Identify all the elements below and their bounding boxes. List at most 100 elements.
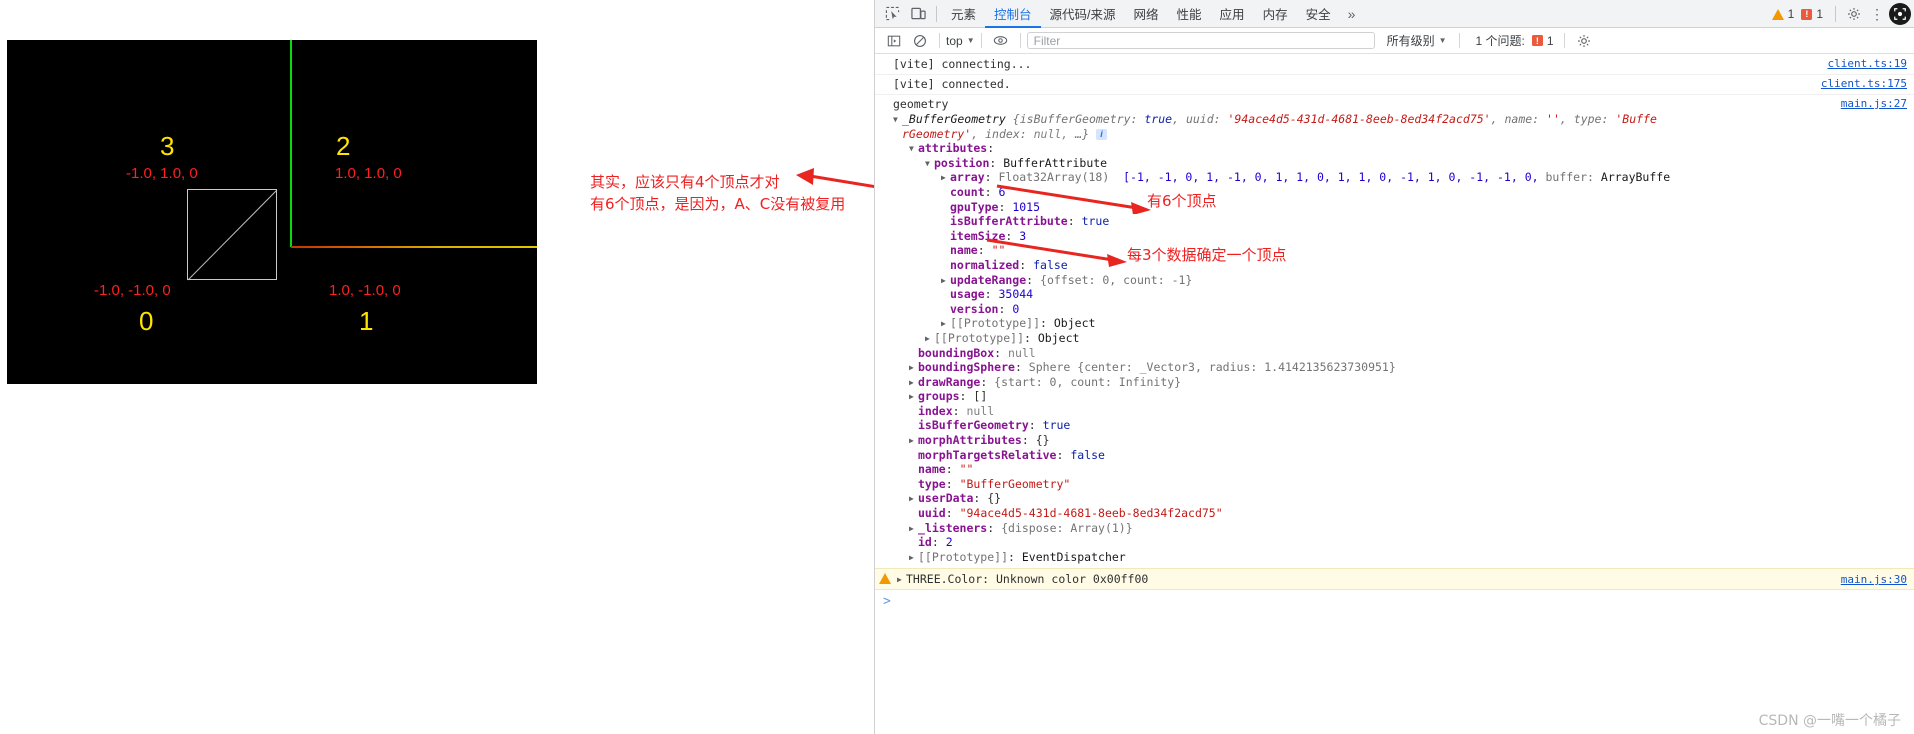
source-link[interactable]: client.ts:175 <box>1821 77 1907 90</box>
settings-gear-icon[interactable] <box>1841 2 1867 26</box>
console-output[interactable]: [vite] connecting... client.ts:19 [vite]… <box>875 55 1914 734</box>
prop-key: [[Prototype]] <box>950 316 1041 331</box>
csdn-watermark: CSDN @一嘴一个橘子 <box>1758 713 1901 729</box>
x-axis-line <box>291 246 537 248</box>
spacer: ▶ <box>941 201 950 216</box>
chevron-down-icon-2: ▼ <box>1438 36 1447 45</box>
disclosure-triangle-icon[interactable]: ▶ <box>941 171 950 186</box>
prop-array[interactable]: ▶ array: Float32Array(18) [-1, -1, 0, 1, … <box>893 170 1914 185</box>
tab-sources[interactable]: 源代码/来源 <box>1041 0 1125 28</box>
disclosure-triangle-icon[interactable]: ▶ <box>909 376 918 391</box>
tab-console[interactable]: 控制台 <box>985 0 1041 28</box>
console-settings-icon[interactable] <box>1571 29 1597 53</box>
disclosure-triangle-icon[interactable]: ▶ <box>909 492 918 507</box>
array-buffer-val: ArrayBuffe <box>1600 170 1671 185</box>
log-level-value: 所有级别 <box>1386 34 1435 48</box>
prop-normalized: ▶normalized: false <box>893 258 1914 273</box>
prop-key: name <box>950 243 978 258</box>
disclosure-triangle-icon[interactable]: ▶ <box>909 434 918 449</box>
console-warning-row[interactable]: ▶ THREE.Color: Unknown color 0x00ff00 mai… <box>875 568 1914 591</box>
prop-name-2: ▶name: "" <box>893 462 1914 477</box>
disclosure-triangle-icon[interactable]: ▶ <box>909 522 918 537</box>
filter-input[interactable]: Filter <box>1026 32 1375 49</box>
source-link[interactable]: client.ts:19 <box>1828 57 1907 70</box>
prop-prototype-3[interactable]: ▶ [[Prototype]]: EventDispatcher <box>893 550 1914 565</box>
prop-key: morphTargetsRelative <box>918 447 1057 462</box>
disclosure-triangle-icon[interactable]: ▶ <box>941 274 950 289</box>
more-options-icon[interactable]: ⋮ <box>1867 6 1887 23</box>
prop-drawrange[interactable]: ▶ drawRange: {start: 0, count: Infinity} <box>893 375 1914 390</box>
disclosure-triangle-icon[interactable]: ▶ <box>909 390 918 405</box>
prop-gputype: ▶gpuType: 1015 <box>893 200 1914 215</box>
disclosure-triangle-icon[interactable]: ▶ <box>941 317 950 332</box>
more-tabs-icon[interactable]: » <box>1340 6 1364 22</box>
close-devtools-icon[interactable] <box>1889 3 1911 25</box>
disclosure-triangle-icon[interactable]: ▶ <box>909 361 918 376</box>
prop-morphattributes[interactable]: ▶ morphAttributes: {} <box>893 433 1914 448</box>
tab-network[interactable]: 网络 <box>1125 0 1168 28</box>
prop-key: isBufferGeometry <box>918 418 1029 433</box>
object-preview-open: {isBufferGeometry: <box>1012 112 1138 126</box>
prop-userdata[interactable]: ▶ userData: {} <box>893 491 1914 506</box>
console-object-row: geometry main.js:27 <box>875 95 1914 112</box>
prop-value: "BufferGeometry" <box>959 476 1071 491</box>
vertex-coord-0: -1.0, -1.0, 0 <box>94 282 171 299</box>
tab-elements[interactable]: 元素 <box>942 0 985 28</box>
source-link[interactable]: main.js:27 <box>1841 97 1907 110</box>
toolbar-divider-2 <box>1835 6 1836 22</box>
object-header-line-1[interactable]: ▼ _BufferGeometry {isBufferGeometry: true… <box>893 112 1914 127</box>
prop-key: uuid <box>918 506 946 521</box>
object-preview-true: true <box>1144 112 1173 126</box>
console-prompt[interactable]: > <box>875 590 1914 609</box>
execution-context-selector[interactable]: top ▼ <box>946 34 975 48</box>
console-message-row: [vite] connecting... client.ts:19 <box>875 55 1914 75</box>
disclosure-triangle-icon[interactable]: ▼ <box>909 142 918 157</box>
prop-key: gpuType <box>950 199 999 214</box>
error-count-value: 1 <box>1816 7 1823 21</box>
prop-key: drawRange <box>918 374 981 389</box>
source-link[interactable]: main.js:30 <box>1841 573 1907 586</box>
disclosure-triangle-icon[interactable]: ▶ <box>925 332 934 347</box>
disclosure-triangle-icon[interactable]: ▶ <box>909 551 918 566</box>
warning-count-badge[interactable]: 1 <box>1771 7 1794 21</box>
devtools-toolbar-right: 1 ! 1 ⋮ <box>1771 0 1911 28</box>
prop-class: Sphere <box>1028 360 1071 375</box>
tab-security[interactable]: 安全 <box>1297 0 1340 28</box>
log-level-selector[interactable]: 所有级别 ▼ <box>1387 32 1447 49</box>
info-icon[interactable]: i <box>1095 128 1107 140</box>
disclosure-triangle-icon[interactable]: ▶ <box>897 575 906 584</box>
inspect-element-icon[interactable] <box>879 2 905 26</box>
device-toolbar-icon[interactable] <box>905 2 931 26</box>
error-count-badge[interactable]: ! 1 <box>1801 7 1823 21</box>
tab-memory[interactable]: 内存 <box>1254 0 1297 28</box>
prop-listeners[interactable]: ▶ _listeners: {dispose: Array(1)} <box>893 521 1914 536</box>
object-preview-type-cont: rGeometry' <box>902 126 972 141</box>
disclosure-triangle-icon[interactable]: ▼ <box>925 157 934 172</box>
issues-error-icon: ! <box>1531 35 1543 46</box>
live-expression-icon[interactable] <box>988 29 1014 53</box>
console-sidebar-icon[interactable] <box>881 29 907 53</box>
spacer: ▶ <box>909 449 918 464</box>
prop-prototype-1[interactable]: ▶ [[Prototype]]: Object <box>893 316 1914 331</box>
prop-value: "" <box>991 243 1006 258</box>
prop-index: ▶index: null <box>893 404 1914 419</box>
issues-indicator[interactable]: 1 个问题: ! 1 <box>1476 32 1554 49</box>
prop-groups[interactable]: ▶ groups: [] <box>893 389 1914 404</box>
filterbar-divider-2 <box>980 33 982 48</box>
tab-performance[interactable]: 性能 <box>1168 0 1211 28</box>
prop-uuid: ▶uuid: "94ace4d5-431d-4681-8eeb-8ed34f2a… <box>893 506 1914 521</box>
prop-value: 1015 <box>1012 199 1041 214</box>
prop-updaterange[interactable]: ▶ updateRange: {offset: 0, count: -1} <box>893 273 1914 288</box>
tab-application[interactable]: 应用 <box>1211 0 1254 28</box>
prop-key: isBufferAttribute <box>950 214 1068 229</box>
prop-prototype-2[interactable]: ▶ [[Prototype]]: Object <box>893 331 1914 346</box>
prop-attributes[interactable]: ▼ attributes: <box>893 141 1914 156</box>
prop-position[interactable]: ▼ position: BufferAttribute <box>893 156 1914 171</box>
prop-key: userData <box>918 491 974 506</box>
disclosure-triangle-icon[interactable]: ▼ <box>893 113 902 128</box>
prop-value: {} <box>1035 433 1050 448</box>
middle-annotation-text: 其实，应该只有4个顶点才对 有6个顶点，是因为，A、C没有被复用 <box>590 171 845 215</box>
clear-console-icon[interactable] <box>907 29 933 53</box>
prop-boundingsphere[interactable]: ▶ boundingSphere: Sphere {center: _Vector… <box>893 360 1914 375</box>
middle-annotation-line2: 有6个顶点，是因为，A、C没有被复用 <box>590 195 846 213</box>
